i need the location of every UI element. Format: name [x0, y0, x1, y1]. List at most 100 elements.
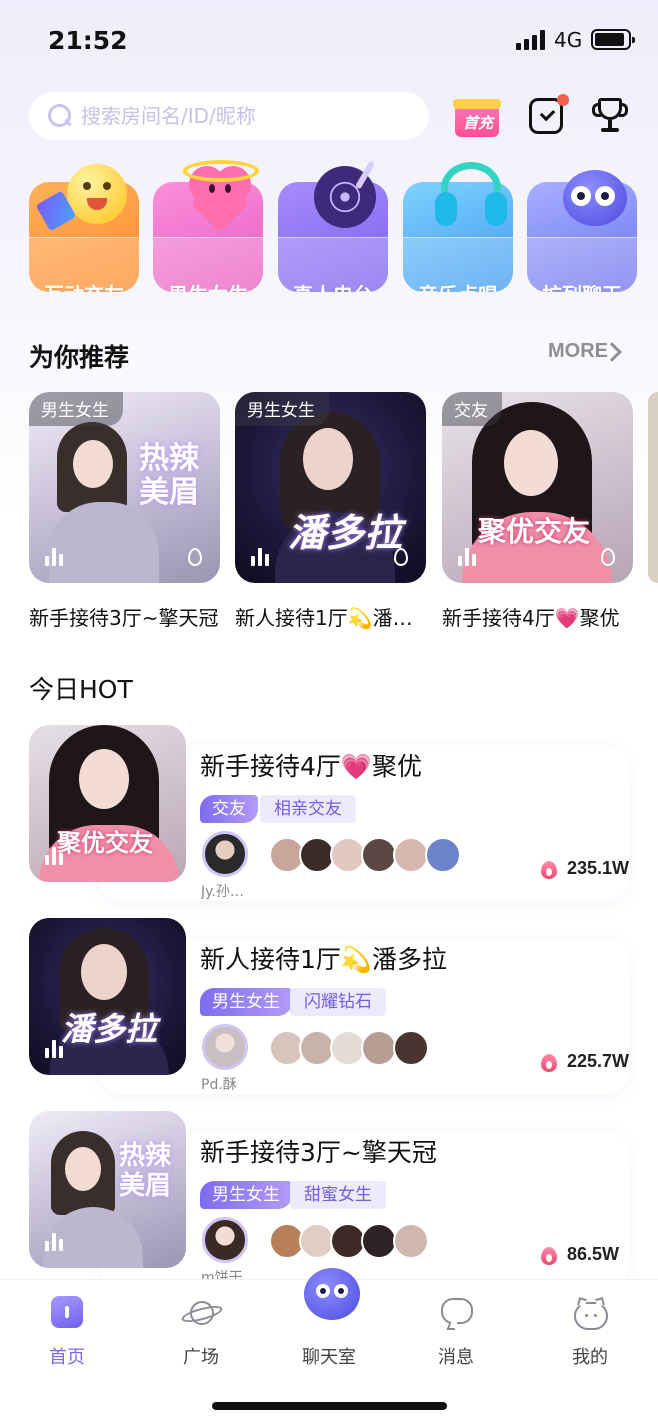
signal-icon [516, 30, 548, 50]
guest-avatar [361, 1030, 397, 1066]
party-emoji-icon [35, 160, 129, 235]
recommend-card-partial[interactable] [648, 392, 658, 583]
room-tag: 男生女生 [235, 392, 329, 426]
category-label: 真人电台 [278, 279, 388, 292]
trophy-icon[interactable] [592, 96, 628, 136]
category-boys-girls[interactable]: 男生女生 [153, 160, 263, 295]
poster-caption: 潘多拉 [287, 510, 402, 555]
room-category-tag: 男生女生 [200, 1181, 292, 1209]
fire-icon [541, 1245, 557, 1265]
host-avatar[interactable] [202, 831, 248, 877]
room-cover-image: 聚优交友 交友 [442, 392, 633, 583]
audio-bars-icon [45, 1233, 65, 1251]
category-row: 互动交友 男生女生 真人电台 [29, 160, 639, 295]
notification-dot [557, 94, 569, 106]
room-cover-image: 聚优交友 [29, 725, 186, 882]
hot-room-item[interactable]: 潘多拉 新人接待1厅💫潘多拉 男生女生 闪耀钻石 Pd.酥 225.7W [29, 918, 630, 1094]
fire-icon [601, 548, 615, 566]
poster-caption: 聚优交友 [57, 828, 153, 857]
guest-avatar [393, 1223, 429, 1259]
recommend-title: 为你推荐 [29, 343, 130, 372]
cat-face-icon [574, 1296, 608, 1330]
chat-bubble-icon [440, 1296, 473, 1330]
monster-character-icon [557, 160, 627, 235]
guest-avatar [361, 837, 397, 873]
more-link[interactable]: MORE [548, 340, 608, 363]
tab-messages[interactable]: 消息 [401, 1280, 511, 1380]
room-title: 新人接待1厅💫潘多拉 [235, 606, 426, 630]
search-input[interactable] [81, 104, 401, 128]
room-category-tag: 男生女生 [200, 988, 292, 1016]
home-icon [51, 1296, 83, 1328]
tab-square[interactable]: 广场 [146, 1280, 256, 1380]
tab-label: 消息 [438, 1347, 474, 1368]
audio-bars-icon [45, 1040, 65, 1058]
popularity-count: 225.7W [567, 1051, 630, 1071]
fire-icon [394, 548, 408, 566]
search-icon [47, 103, 73, 129]
category-expand-chat[interactable]: 扩列聊天 [527, 160, 637, 295]
popularity-count: 86.5W [567, 1244, 620, 1264]
poster-caption: 热辣美眉 [139, 441, 199, 510]
fire-icon [188, 548, 202, 566]
room-level-tag: 闪耀钻石 [290, 988, 386, 1016]
record-player-icon [308, 160, 378, 235]
room-tag: 男生女生 [29, 392, 123, 426]
audio-bars-icon [45, 847, 65, 865]
room-cover-image: 热辣美眉 [29, 1111, 186, 1268]
hot-title: 今日HOT [29, 675, 133, 704]
headphones-icon [433, 160, 507, 235]
room-category-tag: 交友 [200, 795, 258, 823]
popularity-count: 235.1W [567, 858, 630, 878]
status-bar: 21:52 4G [0, 0, 658, 80]
poster-caption: 热辣美眉 [119, 1141, 172, 1201]
host-avatar[interactable] [202, 1217, 248, 1263]
heart-character-icon [183, 160, 259, 235]
search-bar[interactable] [29, 92, 429, 140]
fire-icon [541, 1052, 557, 1072]
tab-label: 我的 [572, 1347, 608, 1368]
room-cover-image: 潘多拉 [29, 918, 186, 1075]
fire-icon [541, 859, 557, 879]
category-label: 男生女生 [153, 279, 263, 292]
room-title: 新手接待3厅~擎天冠 [29, 606, 219, 630]
room-cover-image: 热辣美眉 男生女生 [29, 392, 220, 583]
guest-avatar [361, 1223, 397, 1259]
tab-label: 首页 [49, 1347, 85, 1368]
category-music-song[interactable]: 音乐点唱 [403, 160, 513, 295]
category-interactive-friends[interactable]: 互动交友 [29, 160, 139, 295]
tab-profile[interactable]: 我的 [535, 1280, 645, 1380]
audio-bars-icon [45, 548, 65, 566]
planet-icon [180, 1296, 224, 1328]
room-tag: 交友 [442, 392, 502, 426]
tab-label: 广场 [183, 1347, 219, 1368]
tab-chatroom[interactable]: 聊天室 [274, 1268, 384, 1380]
audio-bars-icon [251, 548, 271, 566]
category-label: 互动交友 [29, 279, 139, 292]
host-avatar[interactable] [202, 1024, 248, 1070]
room-cover-image: 潘多拉 男生女生 [235, 392, 426, 583]
poster-caption: 聚优交友 [478, 515, 591, 548]
guest-avatar [425, 837, 461, 873]
mascot-icon [304, 1268, 360, 1320]
category-label: 音乐点唱 [403, 279, 513, 292]
hot-room-item[interactable]: 聚优交友 新手接待4厅💗聚优 交友 相亲交友 Jy.孙… 235.1W [29, 725, 630, 901]
room-level-tag: 甜蜜女生 [290, 1181, 386, 1209]
guest-avatar [393, 837, 429, 873]
host-name: Jy.孙… [201, 884, 244, 900]
tab-home[interactable]: 首页 [12, 1280, 122, 1380]
room-level-tag: 相亲交友 [260, 795, 356, 823]
recharge-gift-icon[interactable]: 首充 [453, 95, 501, 139]
recharge-label: 首充 [462, 114, 493, 132]
home-indicator [212, 1402, 447, 1410]
status-time: 21:52 [48, 26, 128, 55]
host-name: Pd.酥 [201, 1077, 237, 1093]
room-title: 新手接待4厅💗聚优 [442, 606, 620, 630]
guest-avatar [393, 1030, 429, 1066]
room-title: 新手接待4厅💗聚优 [200, 752, 423, 781]
battery-icon [591, 29, 635, 50]
category-live-radio[interactable]: 真人电台 [278, 160, 388, 295]
hot-room-item[interactable]: 热辣美眉 新手接待3厅~擎天冠 男生女生 甜蜜女生 m饼干 86.5W [29, 1111, 629, 1287]
network-label: 4G [554, 28, 583, 52]
room-title: 新手接待3厅~擎天冠 [200, 1138, 437, 1167]
